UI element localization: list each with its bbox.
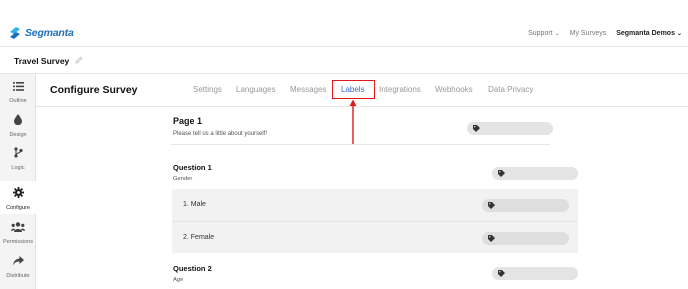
list-icon [12, 78, 24, 96]
page-title: Configure Survey [50, 84, 138, 96]
tab-languages[interactable]: Languages [236, 85, 276, 94]
sidebar-item-permissions[interactable]: Permissions [0, 215, 36, 248]
tab-webhooks[interactable]: Webhooks [435, 85, 473, 94]
edit-pencil-icon[interactable] [75, 56, 83, 66]
segmanta-logo-icon [8, 26, 22, 40]
survey-title-bar: Travel Survey [0, 47, 688, 74]
list-item: 1. Male [172, 189, 578, 221]
page-description: Please tell us a little about yourself! [173, 131, 268, 137]
sidebar-item-configure[interactable]: Configure [0, 181, 36, 214]
divider [171, 144, 550, 145]
tab-data-privacy[interactable]: Data Privacy [488, 85, 533, 94]
sidebar-item-label: Permissions [3, 238, 33, 245]
support-label: Support [528, 30, 553, 37]
tab-settings[interactable]: Settings [193, 85, 222, 94]
sidebar-item-distribute[interactable]: Distribute [0, 249, 36, 282]
support-menu[interactable]: Support ⌄ [528, 30, 560, 37]
question-subtitle: Age [173, 277, 184, 283]
top-nav-links: Support ⌄ My Surveys Segmanta Demos ⌄ [518, 30, 682, 37]
tag-icon [488, 235, 495, 242]
page-label-tag-input[interactable] [467, 122, 553, 135]
branch-icon [13, 145, 23, 163]
answer-label: 1. Male [183, 201, 206, 208]
top-navigation-bar: Segmanta Support ⌄ My Surveys Segmanta D… [0, 0, 688, 47]
answer-list: 1. Male 2. Female [172, 189, 578, 253]
tag-icon [498, 170, 505, 177]
annotation-arrow [349, 99, 357, 145]
users-icon [11, 219, 25, 237]
tag-icon [473, 125, 480, 132]
question-subtitle: Gender [173, 176, 193, 182]
sidebar-item-design[interactable]: Design [0, 108, 36, 141]
answer-label-tag-input[interactable] [482, 232, 569, 245]
droplet-icon [14, 112, 22, 130]
survey-title: Travel Survey [14, 56, 83, 66]
list-item: 2. Female [172, 221, 578, 253]
tag-icon [498, 270, 505, 277]
tag-icon [488, 202, 495, 209]
sidebar-item-logic[interactable]: Logic [0, 141, 36, 174]
page-heading: Page 1 [173, 116, 203, 126]
account-label: Segmanta Demos [616, 30, 675, 37]
brand-name: Segmanta [25, 27, 74, 39]
gear-icon [12, 185, 24, 203]
question-title: Question 2 [173, 264, 212, 273]
sidebar-item-label: Logic [11, 164, 25, 171]
answer-label: 2. Female [183, 234, 215, 241]
answer-label-tag-input[interactable] [482, 199, 569, 212]
sidebar-item-label: Design [9, 131, 27, 138]
tab-messages[interactable]: Messages [290, 85, 326, 94]
brand-logo[interactable]: Segmanta [8, 26, 74, 40]
labels-tab-highlight [332, 80, 375, 99]
tab-integrations[interactable]: Integrations [379, 85, 421, 94]
account-menu[interactable]: Segmanta Demos ⌄ [616, 30, 682, 37]
sidebar-item-label: Outline [9, 97, 27, 104]
question-title: Question 1 [173, 163, 212, 172]
survey-title-text: Travel Survey [14, 56, 70, 66]
left-sidebar: Outline Design Logic Configure Permissio… [0, 74, 36, 289]
question-label-tag-input[interactable] [492, 267, 578, 280]
sidebar-item-label: Configure [6, 204, 30, 211]
question-label-tag-input[interactable] [492, 167, 578, 180]
sidebar-item-outline[interactable]: Outline [0, 74, 36, 107]
my-surveys-link[interactable]: My Surveys [570, 30, 607, 37]
sidebar-item-label: Distribute [6, 272, 30, 279]
share-icon [12, 253, 24, 271]
chevron-down-icon: ⌄ [554, 31, 560, 37]
chevron-down-icon: ⌄ [676, 31, 682, 37]
